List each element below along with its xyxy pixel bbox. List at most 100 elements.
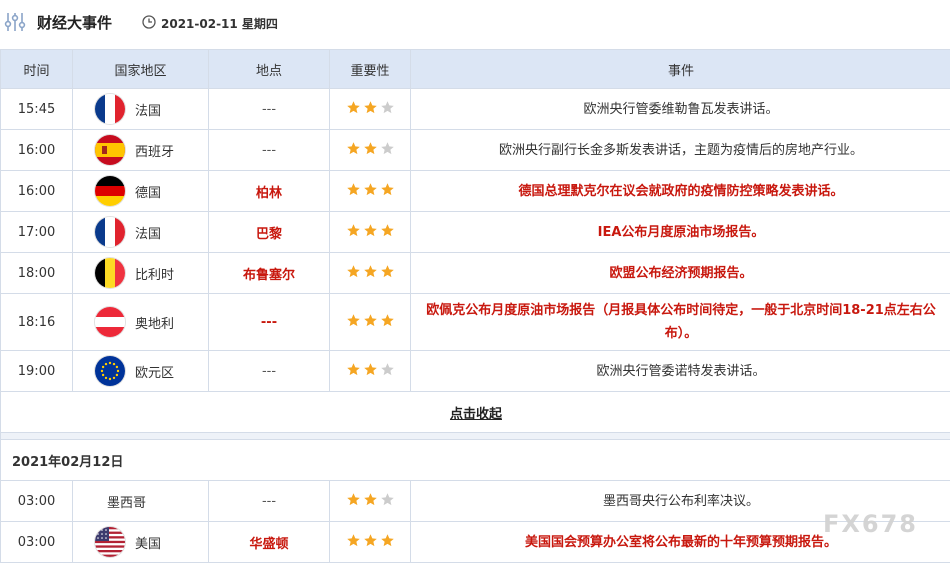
filter-icon[interactable]	[4, 11, 26, 33]
day-header: 2021年02月12日	[1, 440, 950, 481]
importance-rating	[330, 130, 411, 171]
event-time: 17:00	[1, 212, 73, 253]
event-location: ---	[209, 351, 330, 392]
table-row: 19:00 欧元区 --- 欧洲央行管委诺特发表讲话。	[1, 351, 950, 392]
star-icon	[380, 313, 395, 332]
event-location: ---	[209, 89, 330, 130]
star-icon	[363, 492, 378, 511]
france-flag-icon	[95, 217, 125, 247]
germany-flag-icon	[95, 176, 125, 206]
country-name: 墨西哥	[107, 492, 146, 511]
star-icon	[346, 223, 361, 242]
event-time: 03:00	[1, 481, 73, 522]
eu-flag-icon	[95, 356, 125, 386]
event-country-cell: 法国	[73, 89, 209, 130]
table-row: 17:00 法国 巴黎 IEA公布月度原油市场报告。	[1, 212, 950, 253]
star-icon	[346, 141, 361, 160]
table-row: 03:00墨西哥---墨西哥央行公布利率决议。	[1, 481, 950, 522]
star-icon	[363, 313, 378, 332]
col-header-country: 国家地区	[73, 50, 209, 89]
event-description: 欧洲央行管委维勒鲁瓦发表讲话。	[411, 89, 950, 130]
event-location: 柏林	[209, 171, 330, 212]
country-name: 比利时	[135, 264, 174, 283]
event-description: 欧盟公布经济预期报告。	[411, 253, 950, 294]
collapse-link[interactable]: 点击收起	[450, 407, 502, 422]
star-icon	[380, 100, 395, 119]
day-header-label: 2021年02月12日	[1, 440, 950, 481]
section-gap	[1, 433, 950, 440]
event-time: 19:00	[1, 351, 73, 392]
france-flag-icon	[95, 94, 125, 124]
event-country-cell: 墨西哥	[73, 481, 209, 522]
star-icon	[363, 223, 378, 242]
star-icon	[346, 182, 361, 201]
importance-rating	[330, 171, 411, 212]
star-icon	[363, 362, 378, 381]
event-country-cell: 奥地利	[73, 294, 209, 351]
austria-flag-icon	[95, 307, 125, 337]
country-name: 欧元区	[135, 362, 174, 381]
event-description: 德国总理默克尔在议会就政府的疫情防控策略发表讲话。	[411, 171, 950, 212]
event-description: 欧洲央行管委诺特发表讲话。	[411, 351, 950, 392]
country-name: 美国	[135, 533, 161, 552]
event-location: 巴黎	[209, 212, 330, 253]
event-description: IEA公布月度原油市场报告。	[411, 212, 950, 253]
event-description: 欧佩克公布月度原油市场报告（月报具体公布时间待定，一般于北京时间18-21点左右…	[411, 294, 950, 351]
star-icon	[363, 100, 378, 119]
page-title: 财经大事件	[37, 12, 112, 33]
star-icon	[380, 264, 395, 283]
country-name: 奥地利	[135, 313, 174, 332]
event-country-cell: 欧元区	[73, 351, 209, 392]
star-icon	[380, 533, 395, 552]
star-icon	[363, 182, 378, 201]
event-time: 15:45	[1, 89, 73, 130]
event-country-cell: 比利时	[73, 253, 209, 294]
spain-flag-icon	[95, 135, 125, 165]
event-time: 18:00	[1, 253, 73, 294]
event-location: 华盛顿	[209, 522, 330, 563]
event-location: ---	[209, 130, 330, 171]
table-row: 18:00比利时布鲁塞尔欧盟公布经济预期报告。	[1, 253, 950, 294]
importance-rating	[330, 481, 411, 522]
star-icon	[380, 223, 395, 242]
star-icon	[346, 362, 361, 381]
event-time: 18:16	[1, 294, 73, 351]
watermark-logo: FX678	[823, 510, 918, 538]
star-icon	[380, 182, 395, 201]
top-bar: 财经大事件 2021-02-11 星期四	[0, 0, 950, 46]
event-country-cell: 西班牙	[73, 130, 209, 171]
current-date: 2021-02-11 星期四	[161, 15, 278, 32]
country-name: 法国	[135, 100, 161, 119]
col-header-time: 时间	[1, 50, 73, 89]
usa-flag-icon	[95, 527, 125, 557]
country-name: 法国	[135, 223, 161, 242]
star-icon	[346, 492, 361, 511]
col-header-event: 事件	[411, 50, 950, 89]
col-header-location: 地点	[209, 50, 330, 89]
country-name: 西班牙	[135, 141, 174, 160]
table-header-row: 时间 国家地区 地点 重要性 事件	[1, 50, 950, 89]
country-name: 德国	[135, 182, 161, 201]
event-time: 16:00	[1, 171, 73, 212]
table-row: 03:00美国华盛顿美国国会预算办公室将公布最新的十年预算预期报告。	[1, 522, 950, 563]
event-country-cell: 法国	[73, 212, 209, 253]
event-location: ---	[209, 481, 330, 522]
event-location: ---	[209, 294, 330, 351]
importance-rating	[330, 294, 411, 351]
table-row: 16:00 德国 柏林 德国总理默克尔在议会就政府的疫情防控策略发表讲话。	[1, 171, 950, 212]
star-icon	[346, 313, 361, 332]
star-icon	[380, 362, 395, 381]
star-icon	[363, 141, 378, 160]
table-row: 18:16 奥地利 --- 欧佩克公布月度原油市场报告（月报具体公布时间待定，一般于北…	[1, 294, 950, 351]
events-table: 时间 国家地区 地点 重要性 事件 15:45 法国 --- 欧洲央行管委维勒鲁瓦发表…	[0, 49, 950, 563]
event-time: 16:00	[1, 130, 73, 171]
clock-icon	[142, 15, 156, 29]
importance-rating	[330, 212, 411, 253]
star-icon	[380, 141, 395, 160]
star-icon	[363, 533, 378, 552]
col-header-importance: 重要性	[330, 50, 411, 89]
collapse-row: 点击收起	[1, 392, 950, 433]
importance-rating	[330, 253, 411, 294]
event-time: 03:00	[1, 522, 73, 563]
star-icon	[363, 264, 378, 283]
